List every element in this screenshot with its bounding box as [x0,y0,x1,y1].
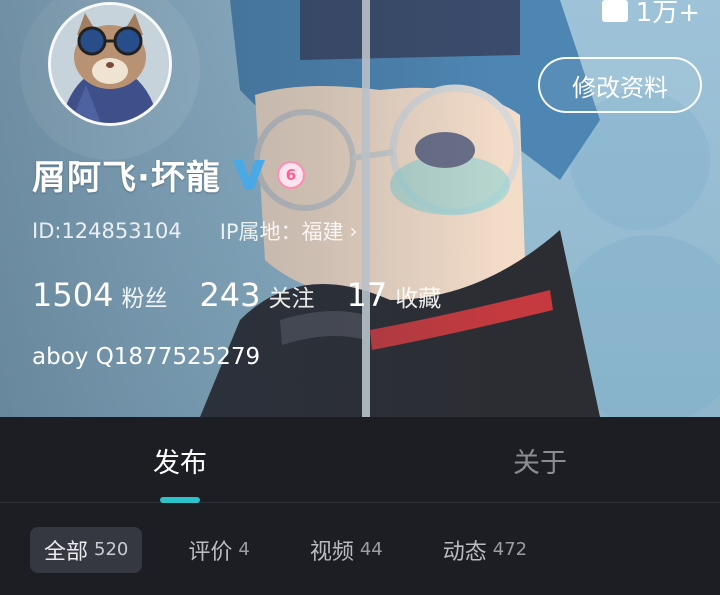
meta-row: ID:124853104 IP属地：福建 › [32,216,358,246]
level-badge: 6 [276,160,305,189]
stat-following[interactable]: 243 关注 [199,276,314,314]
tab-bar: 发布 关于 [0,417,720,503]
profile-header: 1万+ 修改资料 屑阿飞·坏龍 6 ID:124853104 IP属地：福建 › [0,0,720,417]
filter-posts-count: 472 [492,539,528,560]
thumb-up-icon [601,0,628,22]
chevron-right-icon: › [349,219,358,243]
stat-favorites-count: 17 [346,276,388,314]
stat-favorites[interactable]: 17 收藏 [347,276,442,314]
cat-avatar-icon [51,5,169,123]
user-name: 屑阿飞·坏龍 [32,158,221,198]
filter-reviews-count: 4 [238,539,250,560]
stat-following-label: 关注 [268,286,315,312]
filter-chips: 全部 520 评价 4 视频 44 动态 472 [0,504,720,595]
edit-profile-button[interactable]: 修改资料 [538,57,702,113]
filter-all[interactable]: 全部 520 [30,526,143,573]
verified-v-icon [232,159,265,190]
likes-indicator: 1万+ [601,0,700,29]
filter-videos-count: 44 [359,539,383,560]
user-id: ID:124853104 [32,219,182,243]
stats-row: 1504 粉丝 243 关注 17 收藏 [32,276,441,314]
ip-location-text: IP属地：福建 [219,220,344,244]
filter-posts-label: 动态 [442,539,487,565]
avatar[interactable] [48,2,172,126]
likes-count: 1万+ [635,0,700,28]
stat-following-count: 243 [199,276,261,314]
stat-followers-count: 1504 [32,276,114,314]
stat-followers-label: 粉丝 [121,286,168,312]
ip-location[interactable]: IP属地：福建 › [220,216,358,246]
user-bio: aboy Q1877525279 [32,344,261,370]
filter-all-label: 全部 [44,539,89,565]
filter-videos[interactable]: 视频 44 [296,527,397,573]
active-tab-indicator [160,497,200,503]
filter-posts[interactable]: 动态 472 [429,527,541,573]
tab-publish[interactable]: 发布 [80,417,280,503]
tab-about[interactable]: 关于 [440,417,640,503]
filter-reviews[interactable]: 评价 4 [174,527,263,573]
filter-videos-label: 视频 [309,539,354,565]
filter-reviews-label: 评价 [188,539,233,565]
filter-all-count: 520 [94,539,129,560]
stat-followers[interactable]: 1504 粉丝 [32,276,167,314]
name-row: 屑阿飞·坏龍 6 [32,150,305,199]
stat-favorites-label: 收藏 [395,286,442,312]
